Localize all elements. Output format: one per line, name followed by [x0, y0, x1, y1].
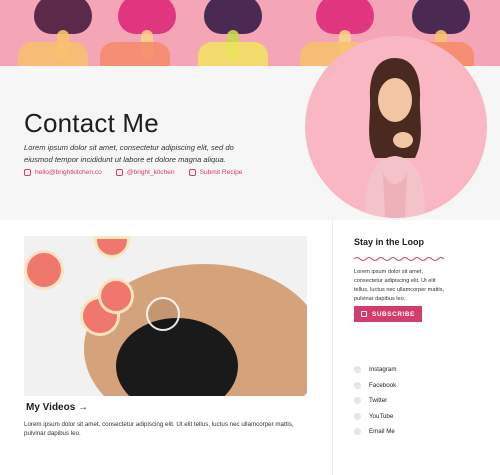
mail-icon [354, 428, 361, 436]
subscribe-label: SUBSCRIBE [371, 310, 416, 318]
send-icon [24, 169, 31, 176]
play-icon[interactable] [146, 297, 180, 331]
twitter-icon [354, 397, 361, 405]
submit-recipe-label: Submit Recipe [199, 169, 243, 176]
social-label: Instagram [369, 366, 397, 374]
email-link[interactable]: hello@brightkitchen.co [24, 169, 102, 176]
twitter-icon [115, 169, 123, 176]
grapefruit-slice [94, 236, 130, 258]
social-label: Twitter [369, 397, 388, 405]
social-label: Email Me [369, 428, 395, 436]
twitter-link-label: @bright_kitchen [126, 169, 175, 176]
instagram-icon [354, 366, 361, 374]
edit-icon [188, 169, 196, 176]
facebook-icon [354, 381, 361, 389]
contact-links: hello@brightkitchen.co @bright_kitchen S… [24, 169, 242, 176]
popsicle-image [316, 0, 374, 60]
wavy-divider [354, 257, 444, 261]
social-item-email[interactable]: Email Me [354, 424, 397, 440]
submit-recipe-link[interactable]: Submit Recipe [188, 169, 243, 176]
popsicle-image [204, 0, 262, 60]
mail-icon [360, 311, 367, 317]
sidebar-text: Lorem ipsum dolor sit amet, consectetur … [354, 269, 445, 302]
videos-description: Lorem ipsum dolor sit amet, consectetur … [24, 421, 294, 437]
social-item-instagram[interactable]: Instagram [354, 362, 397, 378]
twitter-link[interactable]: @bright_kitchen [115, 169, 175, 176]
intro-text: Lorem ipsum dolor sit amet, consectetur … [24, 143, 234, 164]
grapefruit-slice [98, 278, 134, 314]
email-link-label: hello@brightkitchen.co [35, 169, 102, 176]
social-label: YouTube [369, 412, 394, 420]
my-videos-link[interactable]: My Videos → [26, 402, 88, 413]
popsicle-image [118, 0, 176, 60]
popsicle-image [412, 0, 470, 60]
page-title: Contact Me [24, 108, 159, 138]
subscribe-button[interactable]: SUBSCRIBE [354, 306, 422, 322]
youtube-icon [354, 412, 361, 420]
social-links: Instagram Facebook Twitter YouTube Email… [354, 362, 397, 440]
social-item-facebook[interactable]: Facebook [354, 378, 397, 394]
social-label: Facebook [369, 381, 397, 389]
videos-thumbnail[interactable] [24, 236, 307, 396]
grapefruit-slice [24, 250, 64, 290]
social-item-twitter[interactable]: Twitter [354, 393, 397, 409]
woman-portrait [365, 58, 425, 218]
sidebar-title: Stay in the Loop [354, 237, 425, 247]
content-divider [332, 220, 333, 475]
social-item-youtube[interactable]: YouTube [354, 409, 397, 425]
popsicle-image [34, 0, 92, 60]
profile-photo [305, 36, 487, 218]
